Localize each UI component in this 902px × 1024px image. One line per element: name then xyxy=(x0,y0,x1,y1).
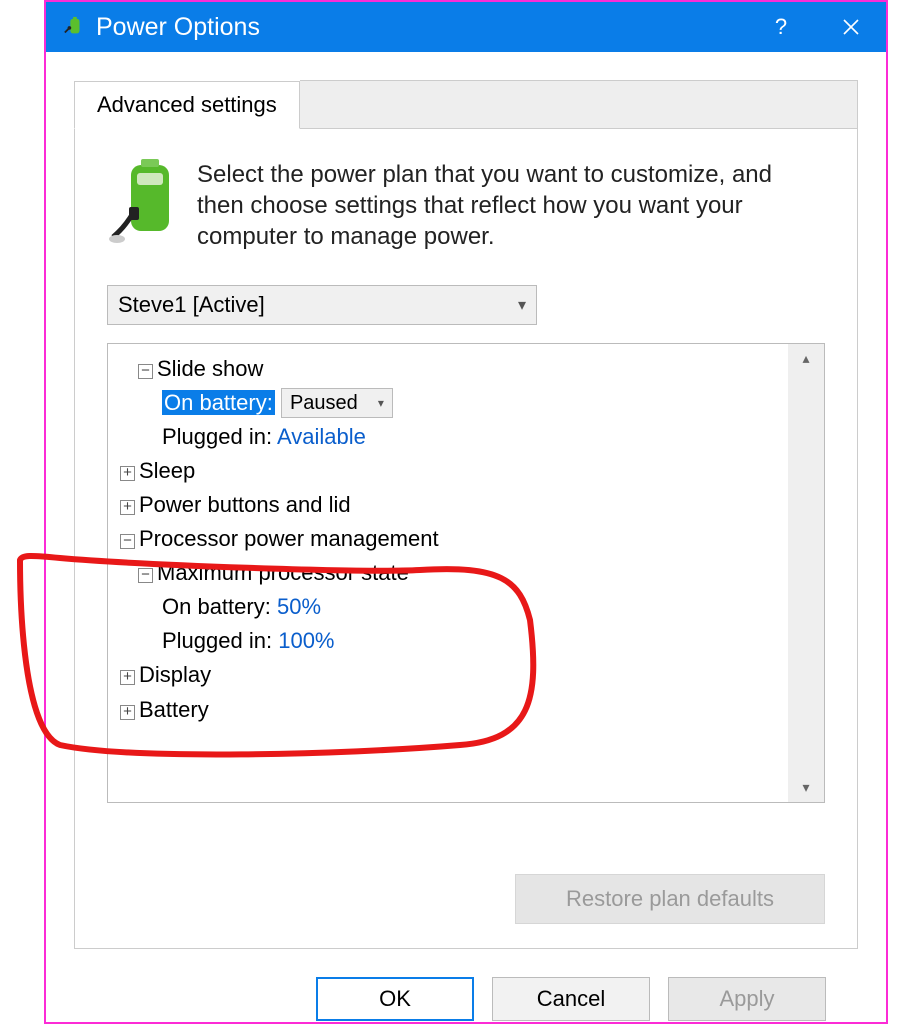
intro-text: Select the power plan that you want to c… xyxy=(197,159,825,253)
slide-show-on-battery-select[interactable]: Paused ▾ xyxy=(281,388,393,418)
settings-tree: Slide show On battery: Paused ▾ Plugged … xyxy=(107,343,825,803)
collapse-icon[interactable] xyxy=(120,534,135,549)
close-button[interactable] xyxy=(816,2,886,52)
battery-plug-icon xyxy=(62,15,86,39)
expand-icon[interactable] xyxy=(120,670,135,685)
ok-button[interactable]: OK xyxy=(316,977,474,1021)
power-plan-value: Steve1 [Active] xyxy=(118,292,265,318)
tree-item-max-processor-state[interactable]: Maximum processor state xyxy=(114,556,788,590)
help-button[interactable]: ? xyxy=(746,2,816,52)
restore-plan-defaults-button[interactable]: Restore plan defaults xyxy=(515,874,825,924)
power-plan-select[interactable]: Steve1 [Active] ▾ xyxy=(107,285,537,325)
tree-item-power-buttons-lid[interactable]: Power buttons and lid xyxy=(114,488,788,522)
tree-item-display[interactable]: Display xyxy=(114,658,788,692)
chevron-down-icon: ▾ xyxy=(518,295,526,315)
tab-content: Select the power plan that you want to c… xyxy=(74,129,858,949)
tree-item-sleep[interactable]: Sleep xyxy=(114,454,788,488)
max-state-on-battery-row[interactable]: On battery: 50% xyxy=(114,590,788,624)
expand-icon[interactable] xyxy=(120,705,135,720)
tree-item-slide-show[interactable]: Slide show xyxy=(114,352,788,386)
max-state-plugged-row[interactable]: Plugged in: 100% xyxy=(114,624,788,658)
collapse-icon[interactable] xyxy=(138,568,153,583)
tab-advanced-settings[interactable]: Advanced settings xyxy=(74,81,300,129)
selected-label: On battery: xyxy=(162,390,275,415)
chevron-down-icon: ▾ xyxy=(378,394,384,413)
cancel-button[interactable]: Cancel xyxy=(492,977,650,1021)
dialog-button-row: OK Cancel Apply xyxy=(74,949,858,1021)
collapse-icon[interactable] xyxy=(138,364,153,379)
slide-show-plugged-row[interactable]: Plugged in: Available xyxy=(114,420,788,454)
tree-item-battery[interactable]: Battery xyxy=(114,693,788,727)
max-state-on-battery-value[interactable]: 50% xyxy=(277,594,321,619)
slide-show-plugged-value[interactable]: Available xyxy=(277,424,366,449)
max-state-plugged-value[interactable]: 100% xyxy=(278,628,334,653)
scroll-down-icon[interactable]: ▾ xyxy=(802,779,809,796)
titlebar: Power Options ? xyxy=(46,2,886,52)
expand-icon[interactable] xyxy=(120,500,135,515)
scroll-up-icon[interactable]: ▴ xyxy=(802,350,809,367)
window-title: Power Options xyxy=(96,13,746,42)
tree-item-processor-power-management[interactable]: Processor power management xyxy=(114,522,788,556)
apply-button[interactable]: Apply xyxy=(668,977,826,1021)
tabstrip: Advanced settings xyxy=(74,80,858,129)
tree-scrollbar[interactable]: ▴ ▾ xyxy=(788,344,824,802)
battery-large-icon xyxy=(107,159,177,247)
slide-show-on-battery-row[interactable]: On battery: Paused ▾ xyxy=(114,386,788,420)
expand-icon[interactable] xyxy=(120,466,135,481)
power-options-dialog: Power Options ? Advanced settings xyxy=(44,0,888,1024)
